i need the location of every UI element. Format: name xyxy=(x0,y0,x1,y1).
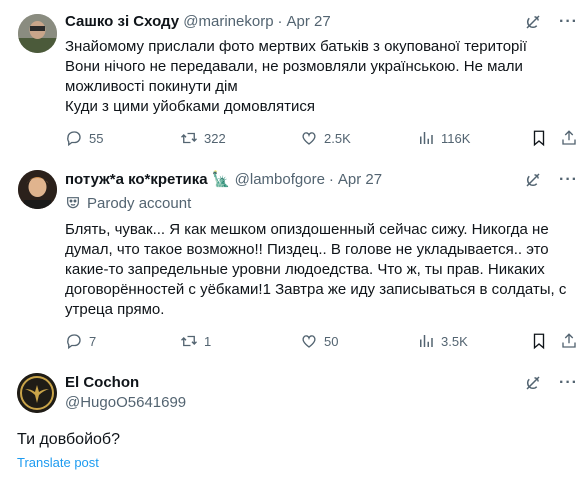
parody-label: Parody account xyxy=(65,193,578,213)
like-icon xyxy=(302,132,316,145)
bookmark-icon xyxy=(533,333,545,350)
more-icon[interactable]: ··· xyxy=(559,12,578,32)
grok-icon[interactable] xyxy=(523,373,543,393)
repost-icon xyxy=(181,335,197,347)
grok-icon[interactable] xyxy=(523,12,543,32)
like-button[interactable]: 2.5K xyxy=(300,128,351,148)
share-button[interactable] xyxy=(560,128,578,148)
author-handle[interactable]: @lambofgore xyxy=(235,171,325,188)
reply-button[interactable]: 55 xyxy=(65,128,103,148)
repost-button[interactable]: 1 xyxy=(180,331,211,351)
reply-icon xyxy=(67,334,81,350)
grok-icon[interactable] xyxy=(523,170,543,190)
post-date[interactable]: Apr 27 xyxy=(287,13,331,30)
post-text: Ти довбойоб? xyxy=(17,431,120,448)
views-icon xyxy=(420,132,433,144)
bookmark-button[interactable] xyxy=(530,128,548,148)
avatar[interactable] xyxy=(17,373,57,413)
reply-button[interactable]: 7 xyxy=(65,331,96,351)
views-icon xyxy=(420,335,433,347)
author-handle[interactable]: @HugoO5641699 xyxy=(65,394,186,411)
author-name[interactable]: El Cochon xyxy=(65,374,139,391)
bookmark-icon xyxy=(533,130,545,147)
repost-button[interactable]: 322 xyxy=(180,128,226,148)
author-handle[interactable]: @marinekorp xyxy=(183,13,273,30)
share-button[interactable] xyxy=(560,331,578,351)
more-icon[interactable]: ··· xyxy=(559,373,578,393)
more-icon[interactable]: ··· xyxy=(559,170,578,190)
post-text: Блять, чувак... Я как мешком опиздошенны… xyxy=(65,221,567,318)
views-button[interactable]: 116K xyxy=(417,128,470,148)
post-date[interactable]: Apr 27 xyxy=(338,171,382,188)
translate-link[interactable]: Translate post xyxy=(17,455,99,470)
avatar[interactable] xyxy=(18,14,57,53)
bookmark-button[interactable] xyxy=(530,331,548,351)
share-icon xyxy=(562,333,576,348)
author-name[interactable]: Сашко зі Сходу xyxy=(65,13,179,30)
repost-icon xyxy=(181,132,197,144)
author-name[interactable]: потуж*а ко*кретика 🗽 xyxy=(65,171,230,188)
share-icon xyxy=(562,130,576,145)
avatar[interactable] xyxy=(18,170,57,209)
parody-mask-icon xyxy=(67,197,79,209)
like-icon xyxy=(302,335,316,348)
like-button[interactable]: 50 xyxy=(300,331,338,351)
tweet-1[interactable]: Сашко зі Сходу @marinekorp · Apr 27 ··· Зн… xyxy=(0,0,586,160)
tweet-2[interactable]: потуж*а ко*кретика 🗽 @lambofgore · Apr 27 … xyxy=(0,160,586,360)
views-button[interactable]: 3.5K xyxy=(417,331,468,351)
post-text: Знайомому прислали фото мертвих батьків … xyxy=(65,38,527,115)
reply-icon xyxy=(67,131,81,147)
